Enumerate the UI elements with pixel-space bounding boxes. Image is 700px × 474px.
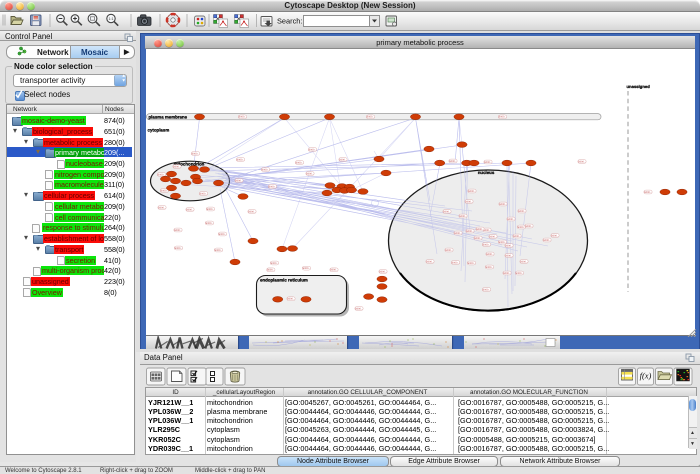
svg-text:S000...: S000... xyxy=(644,191,652,194)
svg-text:nucleus: nucleus xyxy=(478,170,495,175)
svg-text:1:1: 1:1 xyxy=(109,17,114,21)
svg-text:S000...: S000... xyxy=(379,270,387,273)
svg-text:S000...: S000... xyxy=(207,208,215,211)
svg-text:S000...: S000... xyxy=(543,239,551,242)
svg-text:S000...: S000... xyxy=(459,215,467,218)
svg-text:S000...: S000... xyxy=(158,173,166,176)
svg-text:S000...: S000... xyxy=(465,200,473,203)
svg-text:S000...: S000... xyxy=(466,230,474,233)
svg-text:S000...: S000... xyxy=(503,272,511,275)
svg-text:S000...: S000... xyxy=(486,266,494,269)
svg-text:S000...: S000... xyxy=(303,267,311,270)
svg-text:S000...: S000... xyxy=(186,208,194,211)
svg-text:S000...: S000... xyxy=(474,237,482,240)
svg-text:S000...: S000... xyxy=(483,243,491,246)
svg-text:S000...: S000... xyxy=(215,249,223,252)
svg-text:S000...: S000... xyxy=(476,228,484,231)
svg-text:f(x): f(x) xyxy=(640,371,652,381)
svg-text:S000...: S000... xyxy=(443,210,451,213)
svg-text:S000...: S000... xyxy=(449,160,457,163)
svg-text:S000...: S000... xyxy=(507,218,515,221)
svg-text:S000...: S000... xyxy=(483,288,491,291)
svg-text:S000...: S000... xyxy=(309,148,317,151)
svg-text:S000...: S000... xyxy=(287,298,295,301)
svg-text:S000...: S000... xyxy=(355,307,363,310)
svg-text:Search:: Search: xyxy=(277,16,302,25)
svg-text:endoplasmic reticulum: endoplasmic reticulum xyxy=(260,278,308,283)
svg-text:S000...: S000... xyxy=(206,222,214,225)
svg-text:S000...: S000... xyxy=(330,269,338,272)
svg-text:S000...: S000... xyxy=(520,260,528,263)
svg-text:S000...: S000... xyxy=(518,210,526,213)
svg-text:S000...: S000... xyxy=(468,262,476,265)
svg-text:S000...: S000... xyxy=(262,168,270,171)
svg-text:S000...: S000... xyxy=(486,253,494,256)
svg-text:S000...: S000... xyxy=(505,244,513,247)
svg-text:S000...: S000... xyxy=(306,172,314,175)
svg-text:plasma membrane: plasma membrane xyxy=(149,114,188,119)
svg-text:S000...: S000... xyxy=(158,206,166,209)
svg-text:S000...: S000... xyxy=(237,158,245,161)
svg-text:S000...: S000... xyxy=(235,179,243,182)
svg-text:S000...: S000... xyxy=(468,190,476,193)
svg-text:S000...: S000... xyxy=(484,161,492,164)
svg-text:S000...: S000... xyxy=(452,261,460,264)
svg-text:S000...: S000... xyxy=(426,260,434,263)
svg-text:S000...: S000... xyxy=(499,203,507,206)
svg-text:S000...: S000... xyxy=(239,116,247,119)
svg-text:S000...: S000... xyxy=(505,254,513,257)
svg-text:S000...: S000... xyxy=(551,234,559,237)
svg-text:S000...: S000... xyxy=(248,210,256,213)
svg-text:S000...: S000... xyxy=(173,165,181,168)
svg-text:S000...: S000... xyxy=(200,192,208,195)
svg-text:S000...: S000... xyxy=(499,241,507,244)
svg-text:S000...: S000... xyxy=(296,161,304,164)
svg-text:S000...: S000... xyxy=(269,185,277,188)
svg-text:S000...: S000... xyxy=(339,158,347,161)
svg-text:S000...: S000... xyxy=(267,269,275,272)
svg-text:S000...: S000... xyxy=(499,116,507,119)
svg-text:S000...: S000... xyxy=(174,229,182,232)
svg-text:S000...: S000... xyxy=(192,152,200,155)
svg-text:S000...: S000... xyxy=(489,235,497,238)
svg-text:S000...: S000... xyxy=(525,225,533,228)
svg-text:S000...: S000... xyxy=(578,160,586,163)
svg-text:S000...: S000... xyxy=(271,262,279,265)
svg-text:S000...: S000... xyxy=(454,232,462,235)
svg-text:S000...: S000... xyxy=(516,272,524,275)
svg-text:cytoplasm: cytoplasm xyxy=(148,128,170,133)
svg-text:S000...: S000... xyxy=(175,247,183,250)
svg-text:unassigned: unassigned xyxy=(627,84,651,89)
svg-text:S000...: S000... xyxy=(445,249,453,252)
svg-text:S000...: S000... xyxy=(367,116,375,119)
svg-text:S000...: S000... xyxy=(513,235,521,238)
svg-text:S000...: S000... xyxy=(219,233,227,236)
